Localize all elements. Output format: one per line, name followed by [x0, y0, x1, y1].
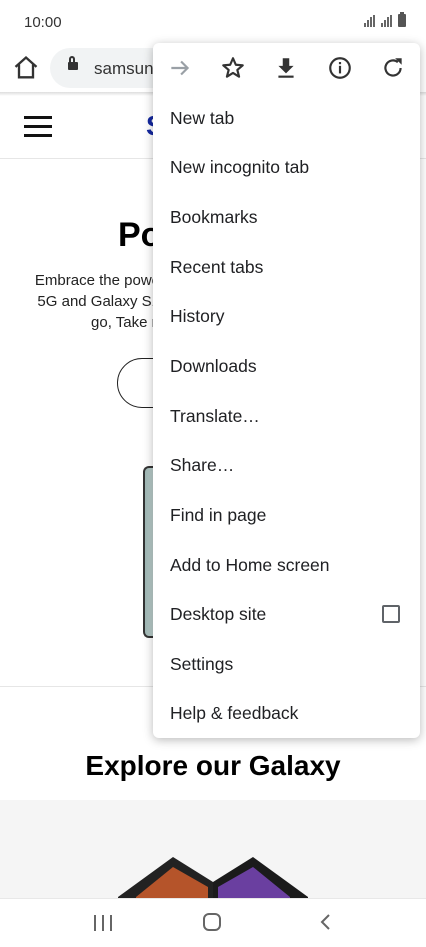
hero-text-line: Embrace the powe — [34, 272, 160, 289]
menu-item-label: New incognito tab — [170, 157, 310, 177]
menu-item-find-in-page[interactable]: Find in page — [153, 491, 420, 540]
status-icons — [364, 12, 406, 27]
menu-item-recent-tabs[interactable]: Recent tabs — [153, 243, 420, 292]
battery-icon — [398, 12, 406, 27]
menu-item-label: Help & feedback — [170, 703, 299, 723]
menu-item-add-to-home-screen[interactable]: Add to Home screen — [153, 541, 420, 590]
refresh-icon[interactable] — [380, 55, 406, 81]
forward-icon[interactable] — [167, 55, 193, 81]
menu-item-label: Settings — [170, 654, 234, 674]
menu-item-label: Translate… — [170, 406, 260, 426]
menu-item-label: Desktop site — [170, 604, 267, 624]
system-nav-bar — [0, 898, 426, 947]
menu-item-bookmarks[interactable]: Bookmarks — [153, 193, 420, 242]
menu-item-new-tab[interactable]: New tab — [153, 94, 420, 143]
hero-text-line: 5G and Galaxy S1 — [37, 293, 160, 310]
menu-item-label: Share… — [170, 455, 235, 475]
menu-item-label: Bookmarks — [170, 207, 258, 227]
menu-item-label: Recent tabs — [170, 257, 264, 277]
status-bar: 10:00 — [0, 0, 426, 44]
menu-item-translate[interactable]: Translate… — [153, 392, 420, 441]
signal-icon — [364, 15, 375, 27]
hero-text-line: go, Take n — [91, 314, 160, 331]
hamburger-menu-icon[interactable] — [24, 116, 52, 138]
menu-item-history[interactable]: History — [153, 292, 420, 341]
menu-item-label: Downloads — [170, 356, 257, 376]
menu-item-downloads[interactable]: Downloads — [153, 342, 420, 391]
desktop-site-checkbox[interactable] — [382, 605, 400, 623]
info-icon[interactable] — [327, 55, 353, 81]
menu-toolbar — [153, 43, 420, 93]
download-icon[interactable] — [273, 55, 299, 81]
menu-item-label: New tab — [170, 108, 235, 128]
recent-apps-icon[interactable] — [94, 915, 112, 931]
menu-item-desktop-site[interactable]: Desktop site — [153, 590, 420, 639]
menu-item-help-feedback[interactable]: Help & feedback — [153, 689, 420, 738]
explore-title: Explore our Galaxy — [85, 750, 341, 781]
menu-item-label: Find in page — [170, 505, 267, 525]
menu-item-label: Add to Home screen — [170, 555, 330, 575]
menu-item-new-incognito-tab[interactable]: New incognito tab — [153, 143, 420, 192]
home-icon[interactable] — [12, 54, 40, 82]
signal-icon — [381, 15, 392, 27]
lock-icon — [68, 56, 78, 70]
overflow-menu: New tab New incognito tab Bookmarks Rece… — [153, 43, 420, 738]
menu-item-settings[interactable]: Settings — [153, 640, 420, 689]
status-time: 10:00 — [24, 14, 62, 31]
bookmark-star-icon[interactable] — [220, 55, 246, 81]
back-icon[interactable] — [316, 912, 336, 932]
menu-item-label: History — [170, 306, 225, 326]
menu-item-share[interactable]: Share… — [153, 441, 420, 490]
galaxy-fold-image — [118, 857, 308, 898]
home-button-icon[interactable] — [203, 913, 221, 931]
product-showcase — [0, 800, 426, 898]
